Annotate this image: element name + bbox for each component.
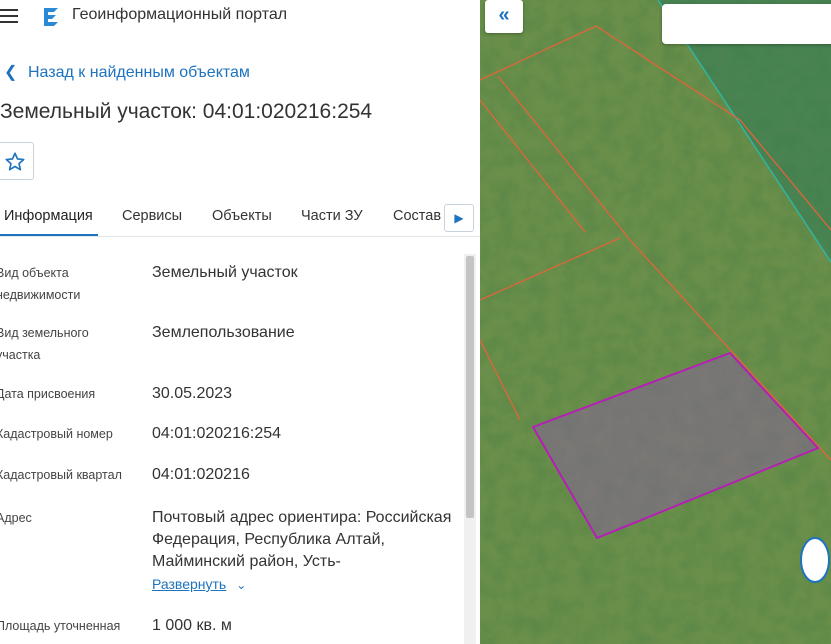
page-title: Земельный участок: 04:01:020216:254 — [0, 100, 373, 123]
detail-value: 30.05.2023 — [152, 385, 233, 402]
detail-label: Вид земельного участка — [0, 326, 89, 362]
double-chevron-left-icon: « — [498, 4, 510, 26]
back-link[interactable]: ❮ Назад к найденным объектам — [4, 62, 250, 82]
chevron-down-icon: ⌄ — [236, 578, 247, 592]
detail-label: Кадастровый квартал — [0, 468, 122, 482]
detail-value: 1 000 кв. м — [152, 617, 232, 634]
map-view[interactable] — [480, 0, 831, 644]
favorite-button[interactable] — [0, 142, 34, 180]
map-control-edge[interactable] — [800, 537, 830, 583]
detail-label: Кадастровый номер — [0, 427, 113, 441]
info-panel: Геоинформационный портал ❮ Назад к найден… — [0, 0, 480, 644]
satellite-map[interactable] — [480, 0, 831, 644]
app-title: Геоинформационный портал — [72, 6, 288, 23]
detail-value: Землепользование — [152, 324, 295, 341]
back-link-label: Назад к найденным объектам — [28, 64, 250, 81]
collapse-panel-button[interactable]: « — [485, 0, 523, 33]
tab-parts[interactable]: Части ЗУ — [301, 208, 363, 224]
chevron-left-icon: ❮ — [4, 64, 18, 81]
detail-value: 04:01:020216:254 — [152, 425, 282, 442]
tab-information[interactable]: Информация — [4, 208, 93, 224]
tab-objects[interactable]: Объекты — [212, 208, 272, 224]
map-search-box[interactable] — [662, 4, 831, 44]
detail-label: Дата присвоения — [0, 387, 96, 401]
tab-services[interactable]: Сервисы — [122, 208, 182, 224]
app-header: Геоинформационный портал — [0, 0, 480, 32]
expand-address-link[interactable]: Развернуть ⌄ — [152, 576, 246, 592]
scrollbar-thumb[interactable] — [466, 256, 474, 518]
detail-value: 04:01:020216 — [152, 466, 250, 483]
active-tab-indicator — [0, 234, 98, 236]
tabs-scroll-right-button[interactable]: ▶ — [444, 204, 474, 232]
detail-label: Адрес — [0, 511, 32, 525]
chevron-right-icon: ▶ — [454, 211, 464, 225]
tab-bar: Информация Сервисы Объекты Части ЗУ Сост… — [0, 196, 480, 237]
tab-composition[interactable]: Состав — [393, 208, 441, 224]
menu-icon[interactable] — [0, 9, 18, 23]
portal-logo-icon — [40, 5, 62, 27]
panel-scrollbar[interactable] — [464, 254, 476, 644]
expand-label: Развернуть — [152, 576, 227, 592]
detail-label: Вид объекта недвижимости — [0, 266, 81, 302]
detail-value: Земельный участок — [152, 264, 298, 281]
star-icon — [5, 152, 25, 171]
detail-label: Площадь уточненная — [0, 619, 121, 633]
detail-value: Почтовый адрес ориентира: Российская Фед… — [152, 509, 452, 570]
